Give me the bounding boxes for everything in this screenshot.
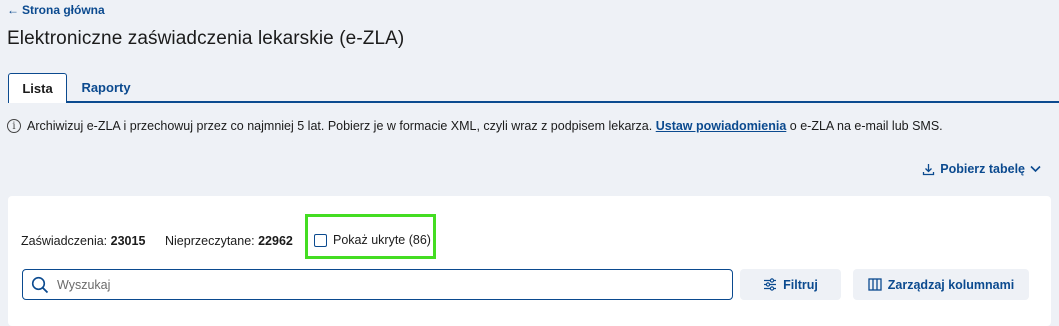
notification-settings-link[interactable]: Ustaw powiadomienia	[656, 119, 787, 133]
stat-total-value: 23015	[110, 234, 146, 248]
info-text-before: Archiwizuj e-ZLA i przechowuj przez co n…	[27, 119, 653, 133]
arrow-left-icon: ←	[7, 3, 19, 17]
info-text-after: o e-ZLA na e-mail lub SMS.	[789, 119, 943, 133]
search-input[interactable]	[55, 276, 699, 293]
stat-unread-value: 22962	[258, 234, 293, 248]
info-message: i Archiwizuj e-ZLA i przechowuj przez co…	[7, 119, 943, 133]
tab-bar: Lista Raporty	[8, 73, 1059, 103]
show-hidden-checkbox[interactable]	[314, 233, 327, 247]
manage-columns-label: Zarządzaj kolumnami	[887, 277, 1015, 292]
filter-button[interactable]: Filtruj	[740, 269, 841, 300]
tab-lista[interactable]: Lista	[8, 73, 67, 103]
search-field[interactable]	[22, 269, 733, 300]
tab-raporty[interactable]: Raporty	[76, 73, 136, 101]
download-icon	[923, 163, 935, 175]
certificates-panel: Zaświadczenia: 23015 Nieprzeczytane: 229…	[8, 196, 1051, 326]
tab-label: Raporty	[81, 79, 131, 95]
download-table-label: Pobierz tabelę	[940, 162, 1025, 176]
columns-icon	[868, 278, 882, 291]
show-hidden-toggle[interactable]: Pokaż ukryte (86)	[314, 233, 431, 247]
back-link-label: Strona główna	[22, 3, 105, 17]
tab-label: Lista	[22, 81, 53, 96]
stat-unread: Nieprzeczytane: 22962	[165, 234, 293, 248]
info-icon: i	[7, 119, 21, 133]
back-link-home[interactable]: ← Strona główna	[7, 3, 105, 17]
search-icon	[31, 276, 49, 293]
stat-total-label: Zaświadczenia:	[21, 234, 108, 248]
manage-columns-button[interactable]: Zarządzaj kolumnami	[853, 269, 1029, 300]
stats-row: Zaświadczenia: 23015 Nieprzeczytane: 229…	[21, 234, 293, 248]
filter-button-label: Filtruj	[783, 277, 818, 292]
filter-icon	[764, 278, 777, 291]
download-table-button[interactable]: Pobierz tabelę	[922, 162, 1041, 176]
stat-total: Zaświadczenia: 23015	[21, 234, 145, 248]
stat-unread-label: Nieprzeczytane:	[165, 234, 255, 248]
tab-baseline	[8, 101, 1059, 103]
show-hidden-label: Pokaż ukryte (86)	[333, 233, 431, 247]
chevron-down-icon	[1030, 165, 1041, 173]
page-title: Elektroniczne zaświadczenia lekarskie (e…	[7, 28, 405, 49]
